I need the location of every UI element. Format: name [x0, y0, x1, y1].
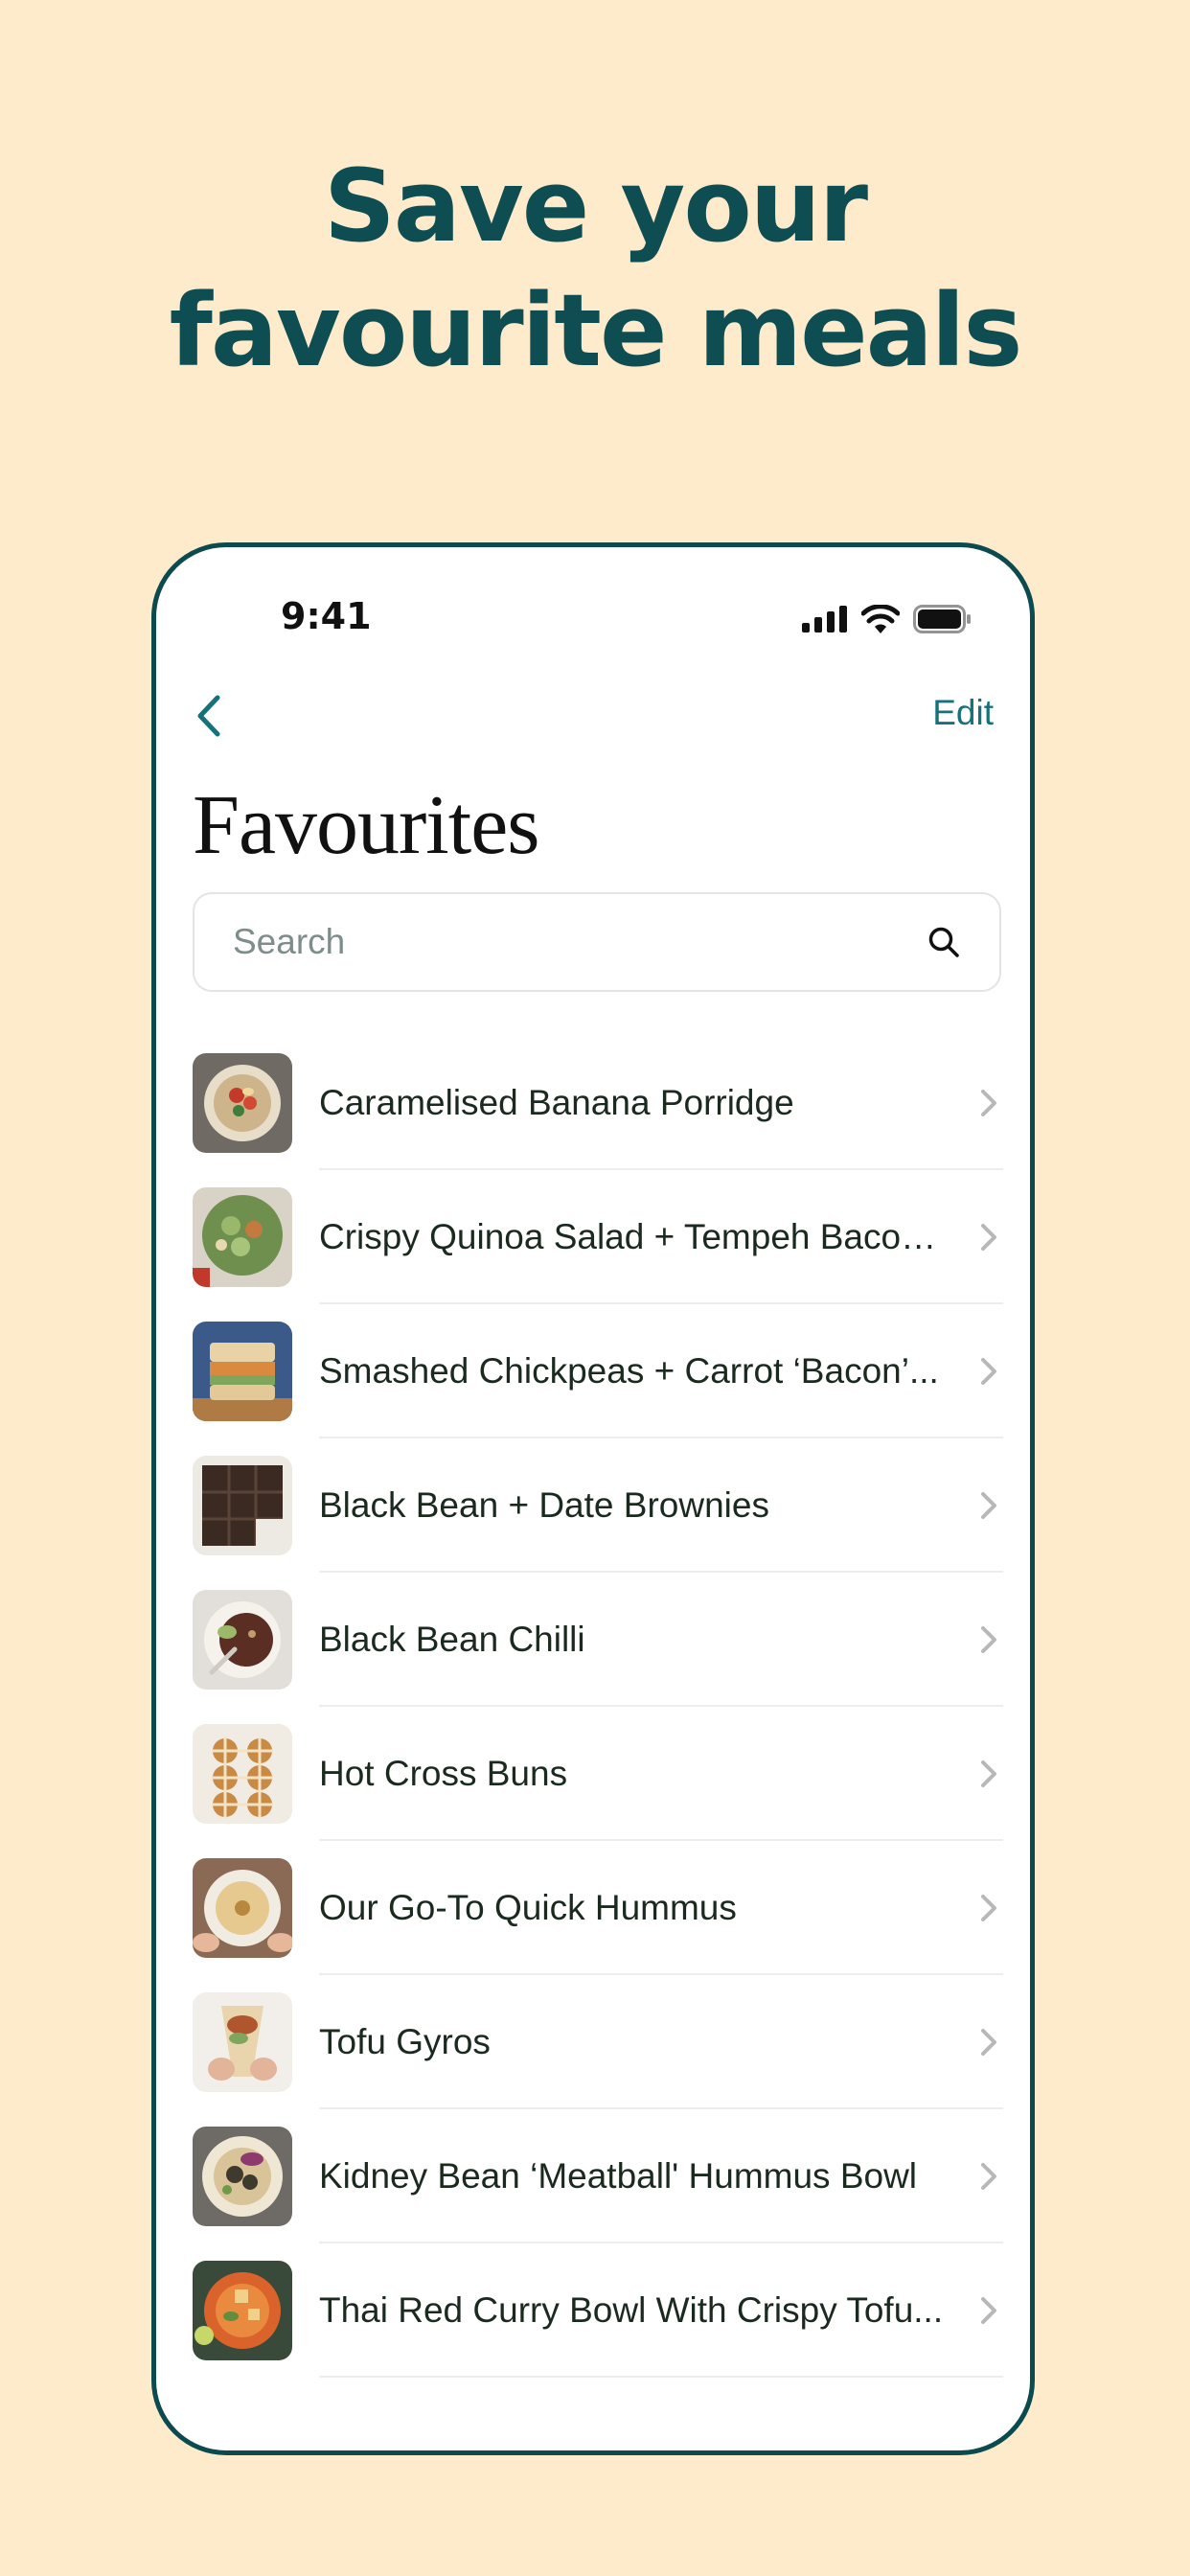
list-item[interactable]: Black Bean Chilli: [193, 1573, 1003, 1707]
chevron-left-icon: [197, 695, 220, 737]
recipe-title: Black Bean Chilli: [319, 1620, 585, 1659]
chevron-right-icon: [981, 1090, 996, 1116]
list-item[interactable]: Crispy Quinoa Salad + Tempeh Bacon...: [193, 1170, 1003, 1304]
recipe-thumbnail: [193, 2261, 292, 2360]
recipe-title: Crispy Quinoa Salad + Tempeh Bacon...: [319, 1217, 946, 1256]
headline: Save your favourite meals: [0, 144, 1190, 393]
chevron-right-icon: [981, 1358, 996, 1385]
recipe-title: Black Bean + Date Brownies: [319, 1485, 769, 1525]
list-item[interactable]: Kidney Bean ‘Meatball' Hummus Bowl: [193, 2109, 1003, 2243]
recipe-title: Caramelised Banana Porridge: [319, 1083, 794, 1122]
search-icon[interactable]: [925, 923, 963, 961]
list-item[interactable]: Black Bean + Date Brownies: [193, 1438, 1003, 1573]
recipe-thumbnail: [193, 1858, 292, 1958]
back-button[interactable]: [185, 687, 233, 745]
chevron-right-icon: [981, 1895, 996, 1921]
chevron-right-icon: [981, 2163, 996, 2190]
recipe-thumbnail: [193, 1187, 292, 1287]
recipe-title: Our Go-To Quick Hummus: [319, 1888, 737, 1927]
chevron-right-icon: [981, 1626, 996, 1653]
recipe-title: Smashed Chickpeas + Carrot ‘Bacon’...: [319, 1351, 939, 1391]
recipe-thumbnail: [193, 2127, 292, 2226]
search-field[interactable]: [193, 892, 1001, 992]
chevron-right-icon: [981, 2029, 996, 2056]
status-icons: [802, 605, 973, 633]
battery-icon: [913, 605, 971, 633]
list-item[interactable]: Caramelised Banana Porridge: [193, 1036, 1003, 1170]
phone-frame: 9:41 Edit Favourites Search Caramelised …: [151, 542, 1035, 2455]
chevron-right-icon: [981, 2297, 996, 2324]
recipe-thumbnail: [193, 1724, 292, 1824]
list-item[interactable]: Thai Red Curry Bowl With Crispy Tofu...: [193, 2243, 1003, 2378]
chevron-right-icon: [981, 1492, 996, 1519]
recipe-title: Kidney Bean ‘Meatball' Hummus Bowl: [319, 2156, 918, 2196]
headline-line-2: favourite meals: [169, 272, 1023, 389]
recipe-thumbnail: [193, 1053, 292, 1153]
status-time: 9:41: [281, 595, 372, 637]
edit-button[interactable]: Edit: [932, 693, 994, 733]
chevron-right-icon: [981, 1760, 996, 1787]
wifi-icon: [861, 605, 900, 633]
list-item[interactable]: Smashed Chickpeas + Carrot ‘Bacon’...: [193, 1304, 1003, 1438]
recipe-thumbnail: [193, 1590, 292, 1690]
favourites-list: Caramelised Banana Porridge Crispy Quino…: [193, 1036, 1003, 2378]
page-title: Favourites: [193, 779, 540, 872]
recipe-title: Thai Red Curry Bowl With Crispy Tofu...: [319, 2290, 944, 2330]
list-item[interactable]: Our Go-To Quick Hummus: [193, 1841, 1003, 1975]
headline-line-1: Save your: [323, 148, 868, 264]
cellular-signal-icon: [802, 606, 847, 632]
recipe-thumbnail: [193, 1992, 292, 2092]
recipe-title: Tofu Gyros: [319, 2022, 491, 2061]
recipe-thumbnail: [193, 1456, 292, 1555]
chevron-right-icon: [981, 1224, 996, 1251]
search-input[interactable]: [231, 921, 925, 963]
recipe-title: Hot Cross Buns: [319, 1754, 568, 1793]
list-item[interactable]: Hot Cross Buns: [193, 1707, 1003, 1841]
list-item[interactable]: Tofu Gyros: [193, 1975, 1003, 2109]
row-divider: [319, 2376, 1003, 2378]
recipe-thumbnail: [193, 1322, 292, 1421]
